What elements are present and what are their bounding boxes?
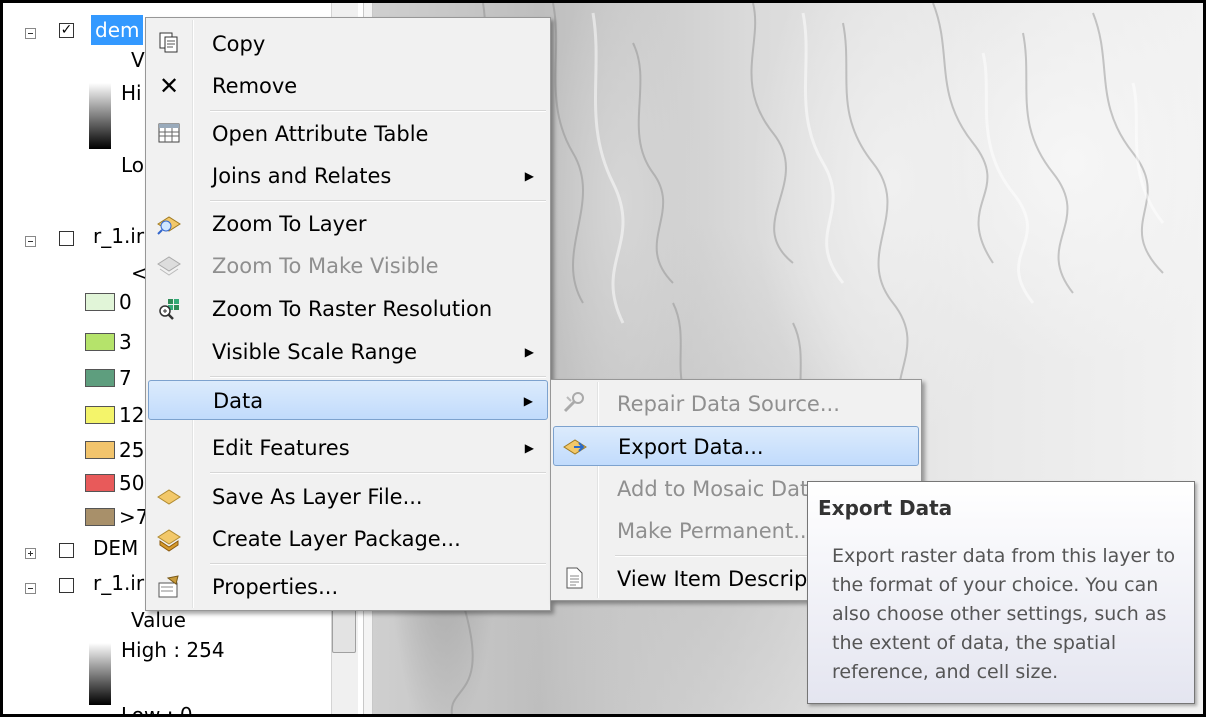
menu-separator bbox=[210, 563, 546, 565]
layer-package-icon bbox=[156, 526, 182, 552]
repair-icon bbox=[561, 391, 587, 417]
layer-name-dem2[interactable]: DEM bbox=[93, 533, 138, 563]
layer-checkbox-r1[interactable] bbox=[59, 231, 74, 246]
tooltip-title: Export Data bbox=[818, 496, 953, 520]
layer-file-icon bbox=[156, 484, 182, 510]
menu-item-zoom-to-layer[interactable]: Zoom To Layer bbox=[148, 204, 548, 244]
legend-swatch bbox=[85, 369, 115, 387]
menu-item-open-attribute-table[interactable]: Open Attribute Table bbox=[148, 114, 548, 154]
layer-name-dem[interactable]: dem bbox=[91, 15, 144, 45]
submenu-arrow-icon: ▶ bbox=[523, 394, 533, 408]
item-description-icon bbox=[561, 566, 587, 592]
elevation-ramp bbox=[89, 83, 111, 149]
legend-class-label: 0 bbox=[119, 290, 132, 314]
menu-item-repair-data-source[interactable]: Repair Data Source... bbox=[553, 384, 919, 424]
layer-name-r1[interactable]: r_1.ir bbox=[93, 221, 144, 251]
value-ramp bbox=[89, 643, 111, 705]
menu-item-zoom-to-make-visible[interactable]: Zoom To Make Visible bbox=[148, 246, 548, 286]
submenu-arrow-icon: ▶ bbox=[524, 169, 534, 183]
menu-item-edit-features[interactable]: Edit Features ▶ bbox=[148, 428, 548, 468]
copy-icon bbox=[156, 31, 182, 57]
collapse-icon[interactable] bbox=[25, 236, 36, 247]
legend-swatch bbox=[85, 406, 115, 424]
legend-low: Low : 0 bbox=[121, 703, 193, 717]
menu-item-save-as-layer-file[interactable]: Save As Layer File... bbox=[148, 477, 548, 517]
legend-class-label: 7 bbox=[119, 366, 132, 390]
remove-icon: ✕ bbox=[158, 72, 180, 100]
menu-separator bbox=[210, 200, 546, 202]
table-icon bbox=[156, 121, 182, 147]
legend-field: V bbox=[131, 48, 145, 72]
menu-item-remove[interactable]: ✕ Remove bbox=[148, 66, 548, 106]
menu-separator bbox=[210, 472, 546, 474]
legend-class-label: 25 bbox=[119, 438, 145, 462]
legend-class-label: 50 bbox=[119, 471, 145, 495]
legend-low: Lo bbox=[121, 153, 145, 177]
collapse-icon[interactable] bbox=[25, 28, 36, 39]
legend-swatch bbox=[85, 293, 115, 311]
layer-checkbox-dem[interactable]: ✓ bbox=[59, 23, 74, 38]
menu-item-copy[interactable]: Copy bbox=[148, 24, 548, 64]
menu-item-visible-scale-range[interactable]: Visible Scale Range ▶ bbox=[148, 332, 548, 372]
raster-resolution-icon bbox=[156, 296, 182, 322]
window: ✓ dem V Hi Lo r_1.ir < 0 3 7 12 25 50 >7… bbox=[0, 0, 1206, 717]
submenu-arrow-icon: ▶ bbox=[524, 345, 534, 359]
legend-swatch bbox=[85, 441, 115, 459]
legend-high: High : 254 bbox=[121, 638, 225, 662]
submenu-arrow-icon: ▶ bbox=[524, 441, 534, 455]
layer-context-menu: Copy ✕ Remove Open Attribute Table Joins… bbox=[145, 17, 551, 611]
layer-name-r1b[interactable]: r_1.ir bbox=[93, 568, 144, 598]
legend-swatch bbox=[85, 333, 115, 351]
export-data-tooltip: Export Data Export raster data from this… bbox=[807, 481, 1195, 704]
menu-item-properties[interactable]: Properties... bbox=[148, 567, 548, 607]
layer-checkbox-dem2[interactable] bbox=[59, 543, 74, 558]
menu-item-joins-and-relates[interactable]: Joins and Relates ▶ bbox=[148, 156, 548, 196]
legend-class-label: 12 bbox=[119, 403, 145, 427]
menu-item-data[interactable]: Data ▶ bbox=[148, 380, 548, 420]
legend-swatch bbox=[85, 508, 115, 526]
legend-high: Hi bbox=[121, 81, 142, 105]
expand-icon[interactable] bbox=[25, 548, 36, 559]
legend-class-label: 3 bbox=[119, 330, 132, 354]
legend-swatch bbox=[85, 474, 115, 492]
zoom-to-layer-icon bbox=[156, 211, 182, 237]
menu-separator bbox=[210, 376, 546, 378]
tooltip-body: Export raster data from this layer to th… bbox=[832, 545, 1176, 683]
export-data-icon bbox=[562, 434, 588, 460]
layer-checkbox-r1b[interactable] bbox=[59, 578, 74, 593]
menu-item-zoom-to-raster-resolution[interactable]: Zoom To Raster Resolution bbox=[148, 289, 548, 329]
collapse-icon[interactable] bbox=[25, 583, 36, 594]
menu-item-create-layer-package[interactable]: Create Layer Package... bbox=[148, 519, 548, 559]
zoom-visible-icon bbox=[156, 253, 182, 279]
menu-item-export-data[interactable]: Export Data... bbox=[553, 426, 919, 466]
properties-icon bbox=[156, 574, 182, 600]
menu-separator bbox=[210, 110, 546, 112]
